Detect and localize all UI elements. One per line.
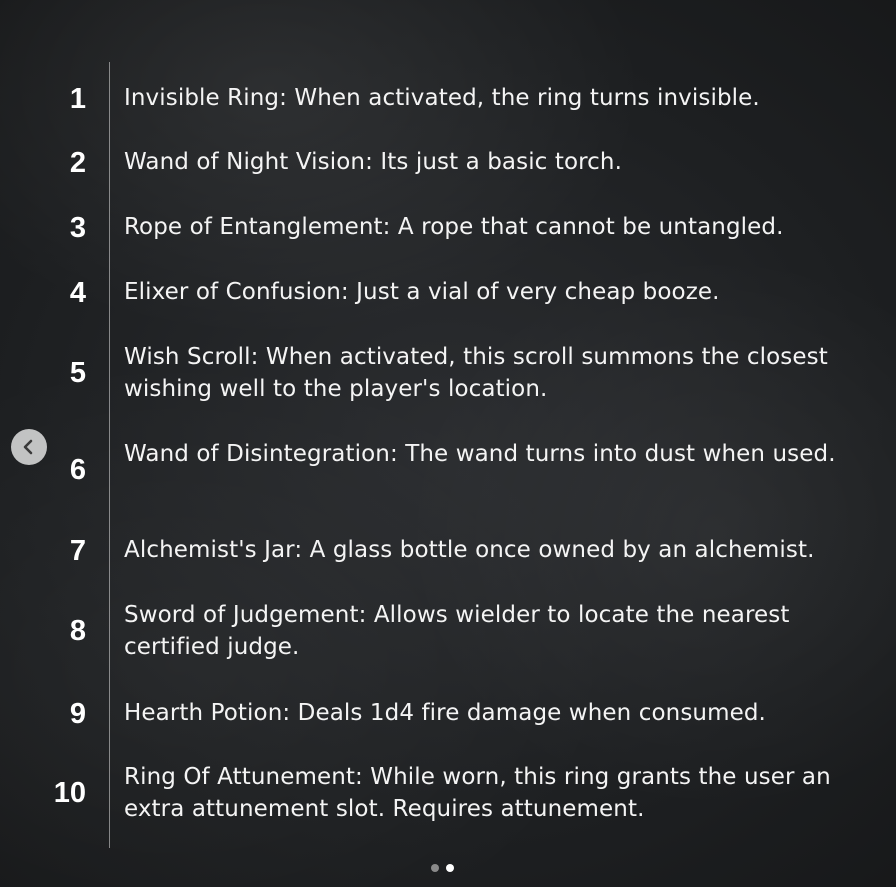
item-number: 7 (69, 535, 86, 567)
item-text: Wand of Disintegration: The wand turns i… (124, 441, 836, 467)
item-text: Wish Scroll: When activated, this scroll… (124, 344, 828, 402)
item-text: Elixer of Confusion: Just a vial of very… (124, 279, 720, 305)
item-number: 10 (53, 777, 86, 809)
pagination-dots (430, 864, 460, 874)
previous-slide-button[interactable] (11, 429, 47, 465)
item-text: Hearth Potion: Deals 1d4 fire damage whe… (124, 700, 766, 726)
page-dot-1[interactable] (431, 864, 439, 872)
page-dot-2[interactable] (446, 864, 454, 872)
item-text: Wand of Night Vision: Its just a basic t… (124, 149, 623, 175)
item-text: Ring Of Attunement: While worn, this rin… (124, 764, 831, 822)
item-number: 3 (69, 212, 86, 244)
item-text: Invisible Ring: When activated, the ring… (124, 85, 760, 111)
item-text: Alchemist's Jar: A glass bottle once own… (124, 537, 815, 563)
item-number: 8 (69, 615, 86, 647)
vertical-divider (109, 62, 110, 848)
item-number: 9 (69, 698, 86, 730)
item-text: Sword of Judgement: Allows wielder to lo… (124, 602, 790, 660)
item-text: Rope of Entanglement: A rope that cannot… (124, 214, 784, 240)
item-number: 5 (69, 357, 86, 389)
carousel-slide: 1 Invisible Ring: When activated, the ri… (0, 0, 896, 887)
item-number: 4 (69, 277, 86, 309)
item-number: 2 (69, 147, 86, 179)
item-number: 1 (69, 83, 86, 115)
chevron-left-icon (23, 439, 33, 455)
